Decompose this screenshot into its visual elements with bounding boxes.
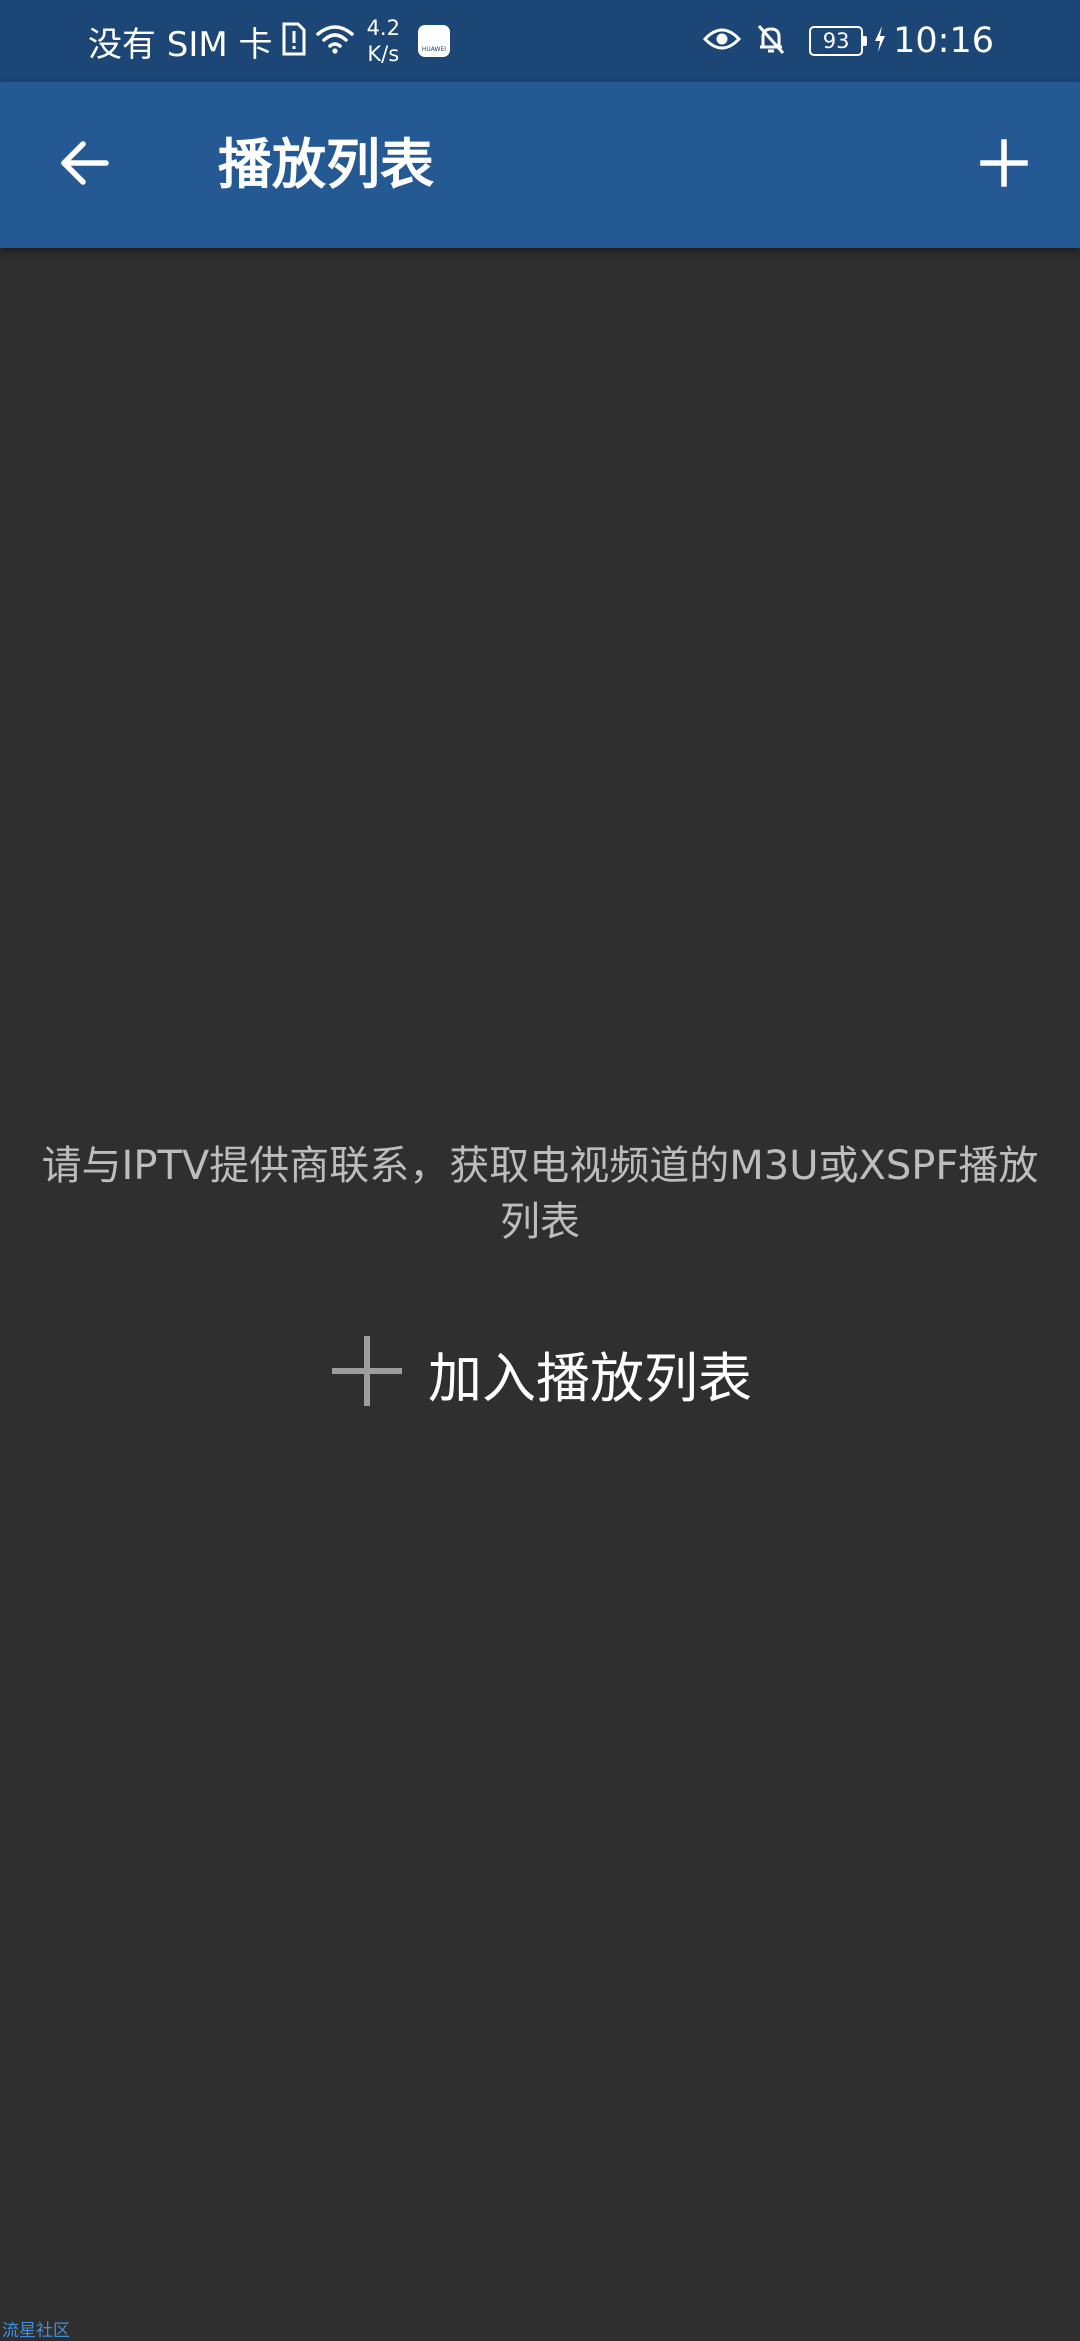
eye-icon	[703, 26, 742, 56]
network-speed: 4.2 K/s	[367, 15, 400, 67]
add-playlist-label: 加入播放列表	[428, 1346, 752, 1410]
network-speed-value: 4.2	[366, 16, 400, 40]
app-bar: 播放列表	[0, 82, 1080, 248]
empty-state-message: 请与IPTV提供商联系，获取电视频道的M3U或XSPF播放列表	[41, 1143, 1039, 1245]
wifi-icon	[315, 23, 355, 59]
status-bar-right: 93 10:16	[695, 0, 994, 82]
watermark: 流星社区	[2, 2321, 70, 2341]
huawei-badge-label: HUAWEI	[421, 46, 447, 53]
back-button[interactable]	[44, 125, 124, 205]
huawei-appgallery-icon: HUAWEI	[417, 25, 450, 57]
battery-icon: 93	[809, 26, 868, 56]
arrow-left-icon	[56, 135, 112, 195]
playlist-content: 请与IPTV提供商联系，获取电视频道的M3U或XSPF播放列表 加入播放列表	[0, 248, 1080, 2340]
plus-icon	[330, 1334, 404, 1412]
add-playlist-toolbar-button[interactable]	[964, 125, 1044, 205]
battery-level: 93	[809, 26, 864, 56]
page-title: 播放列表	[218, 133, 434, 196]
add-playlist-button[interactable]: 加入播放列表	[330, 1328, 752, 1418]
clock: 10:16	[893, 21, 994, 61]
battery-tip	[863, 36, 868, 46]
charging-icon	[873, 25, 887, 57]
network-speed-unit: K/s	[367, 42, 400, 66]
status-bar-left: 没有 SIM 卡 4.2 K/s HUAWEI	[88, 0, 450, 82]
bell-off-icon	[755, 23, 787, 59]
status-bar: 没有 SIM 卡 4.2 K/s HUAWEI 93 10:16	[0, 0, 1080, 82]
sim-alert-icon	[281, 22, 307, 60]
plus-icon	[980, 139, 1028, 191]
carrier-label: 没有 SIM 卡	[88, 24, 273, 65]
